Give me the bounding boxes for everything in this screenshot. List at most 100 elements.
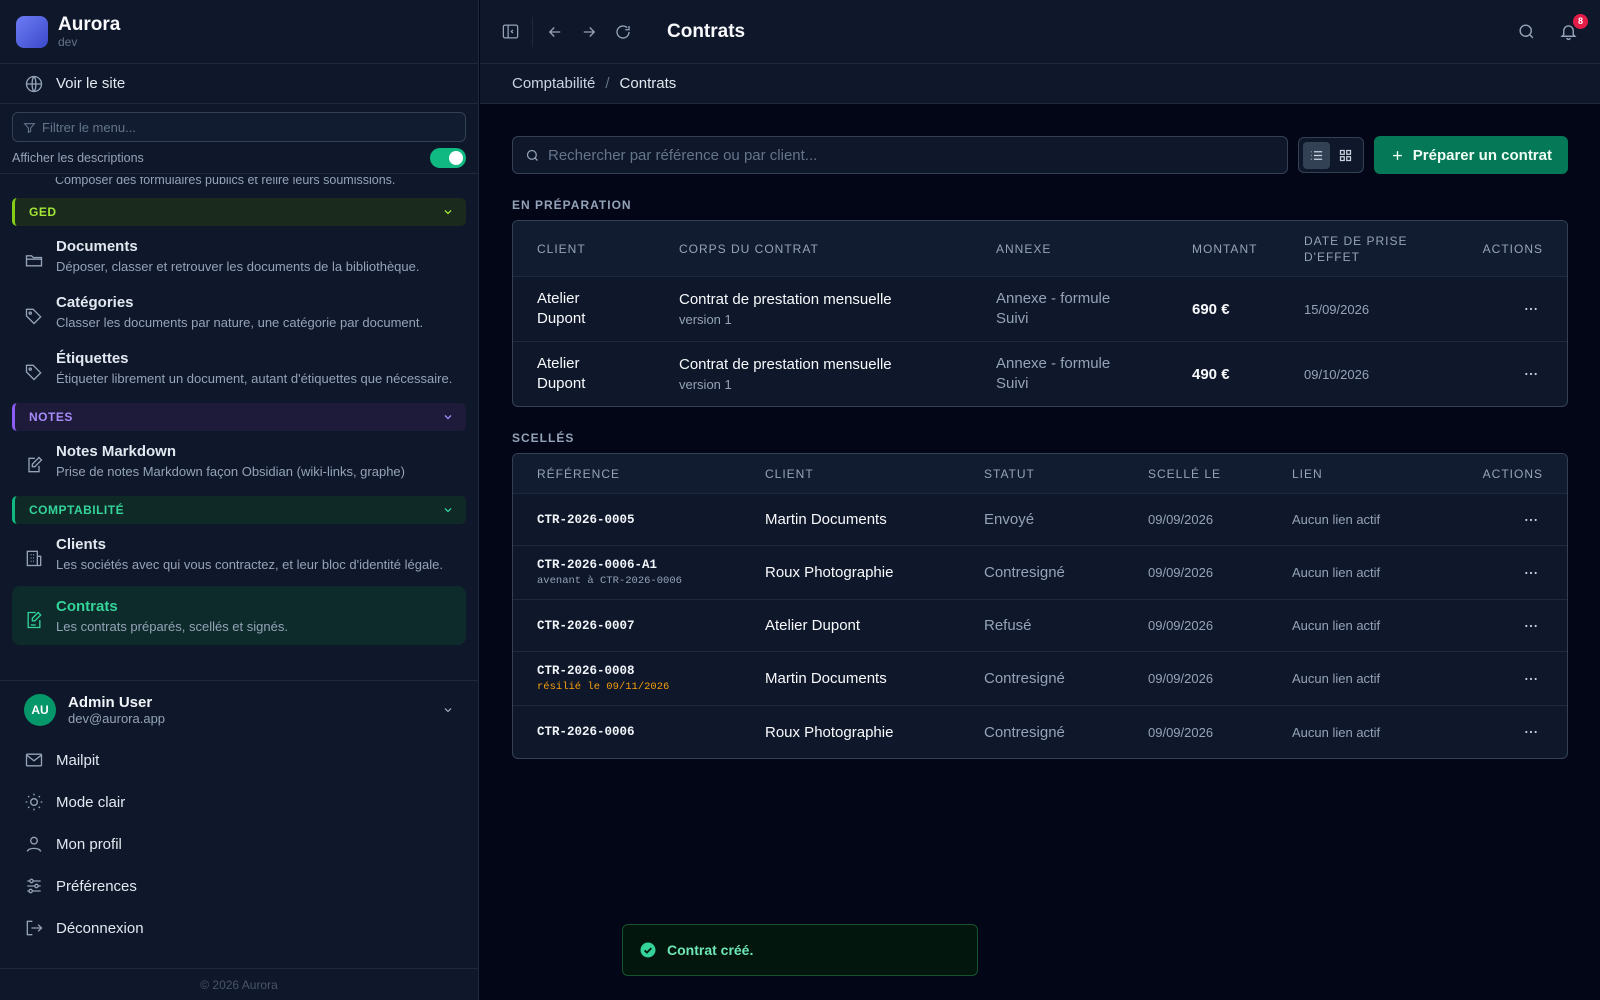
row-actions-button[interactable]: [1523, 565, 1543, 581]
row-actions-button[interactable]: [1523, 512, 1543, 528]
table-row[interactable]: CTR-2026-0007 Atelier Dupont Refusé 09/09/2…: [513, 600, 1567, 652]
cell-client: Atelier Dupont: [537, 355, 586, 392]
refresh-icon: [616, 24, 630, 39]
contract-body: Contrat de prestation mensuelle: [679, 356, 892, 373]
user-menu[interactable]: AU Admin User dev@aurora.app: [0, 681, 478, 739]
back-button[interactable]: [543, 20, 567, 44]
chevron-down-icon: [444, 708, 452, 713]
breadcrumb: Comptabilité / Contrats: [480, 64, 1600, 104]
plus-icon: [1392, 150, 1402, 160]
header-cell: LIEN: [1292, 466, 1323, 481]
folder-icon: [25, 255, 43, 267]
avatar: AU: [24, 694, 56, 726]
cut-off-item[interactable]: Composer des formulaires publics et reli…: [0, 177, 478, 189]
list-view-button[interactable]: [1302, 141, 1330, 169]
cell-sealed-date: 09/09/2026: [1148, 671, 1214, 686]
descriptions-toggle-row: Afficher les descriptions: [0, 142, 478, 174]
sidebar-item-notes-markdown[interactable]: Notes Markdown Prise de notes Markdown fa…: [0, 431, 478, 487]
contract-note: avenant à CTR-2026-0006: [537, 575, 682, 587]
search-button[interactable]: [1514, 20, 1538, 44]
light-mode-toggle[interactable]: Mode clair: [0, 781, 478, 823]
table-row[interactable]: CTR-2026-0008 résilié le 09/11/2026 Martin…: [513, 652, 1567, 706]
cell-link: Aucun lien actif: [1292, 565, 1381, 580]
cell-status: Contresigné: [984, 564, 1065, 581]
contract-reference: CTR-2026-0008: [537, 664, 635, 678]
more-horizontal-icon: [1525, 730, 1537, 734]
sidebar-menu: Composer des formulaires publics et reli…: [0, 177, 478, 680]
sealed-table: RÉFÉRENCE CLIENT STATUT SCELLÉ LE LIEN A…: [512, 453, 1568, 759]
tag-icon: [25, 364, 42, 381]
cell-amount: 490 €: [1192, 365, 1230, 383]
cell-reference: CTR-2026-0008 résilié le 09/11/2026: [537, 664, 765, 693]
row-actions-button[interactable]: [1523, 618, 1543, 634]
cell-body: Contrat de prestation mensuelle version …: [679, 356, 996, 392]
cell-annex: Annexe - formule Suivi: [996, 290, 1111, 327]
logout-label: Déconnexion: [56, 919, 144, 937]
sealed-table-header: RÉFÉRENCE CLIENT STATUT SCELLÉ LE LIEN A…: [513, 454, 1567, 494]
toggle-sidebar-button[interactable]: [498, 20, 522, 44]
notifications-button[interactable]: 8: [1556, 13, 1588, 44]
contract-search-input[interactable]: Rechercher par référence ou par client..…: [512, 136, 1288, 174]
more-horizontal-icon: [1525, 677, 1537, 680]
reload-button[interactable]: [611, 20, 635, 44]
notebook-pen-icon: [28, 456, 43, 473]
cell-sealed-date: 09/09/2026: [1148, 565, 1214, 580]
toast-notification[interactable]: Contrat créé.: [622, 924, 978, 976]
item-title: Notes Markdown: [56, 443, 177, 460]
sealed-rows: CTR-2026-0005 Martin Documents Envoyé 09/09…: [513, 494, 1567, 758]
cell-status: Contresigné: [984, 723, 1065, 741]
item-desc: Les sociétés avec qui vous contractez, e…: [56, 557, 443, 572]
menu-filter-input[interactable]: Filtrer le menu...: [12, 112, 466, 142]
topbar-divider: [532, 16, 533, 47]
row-actions-button[interactable]: [1523, 301, 1543, 317]
brand[interactable]: Aurora dev: [0, 0, 478, 64]
menu-filter-placeholder: Filtrer le menu...: [42, 119, 136, 135]
profile-label: Mon profil: [56, 835, 122, 853]
group-comptabilite[interactable]: COMPTABILITÉ: [12, 496, 466, 524]
sidebar-item-categories[interactable]: Catégories Classer les documents par natu…: [0, 282, 478, 338]
logout-link[interactable]: Déconnexion: [0, 907, 478, 949]
cell-reference: CTR-2026-0006: [537, 725, 765, 739]
file-signature-icon: [27, 611, 42, 629]
mailpit-link[interactable]: Mailpit: [0, 739, 478, 781]
table-row[interactable]: Atelier Dupont Contrat de prestation men…: [513, 342, 1567, 406]
contract-version: version 1: [679, 312, 732, 327]
sidebar-item-documents[interactable]: Documents Déposer, classer et retrouver l…: [0, 226, 478, 282]
descriptions-toggle[interactable]: [430, 147, 466, 168]
cell-reference: CTR-2026-0007: [537, 619, 765, 633]
sliders-icon: [27, 878, 41, 894]
row-actions-button[interactable]: [1523, 366, 1543, 382]
sidebar-item-clients[interactable]: Clients Les sociétés avec qui vous contra…: [0, 524, 478, 580]
forward-button[interactable]: [577, 20, 601, 44]
grid-view-button[interactable]: [1332, 142, 1359, 169]
breadcrumb-parent[interactable]: Comptabilité: [512, 75, 595, 92]
prepare-contract-button[interactable]: Préparer un contrat: [1373, 136, 1568, 174]
app-logo: [16, 15, 48, 48]
more-horizontal-icon: [1525, 307, 1537, 311]
contract-reference: CTR-2026-0006: [537, 725, 635, 739]
table-row[interactable]: Atelier Dupont Contrat de prestation men…: [513, 277, 1567, 342]
view-site-link[interactable]: Voir le site: [0, 64, 478, 104]
table-row[interactable]: CTR-2026-0006 Roux Photographie Contresign…: [513, 706, 1567, 758]
list-icon: [1310, 150, 1322, 160]
group-ged[interactable]: GED: [12, 198, 466, 226]
globe-icon: [25, 75, 43, 92]
table-row[interactable]: CTR-2026-0006-A1 avenant à CTR-2026-0006 R…: [513, 546, 1567, 600]
cell-sealed-date: 09/09/2026: [1148, 512, 1214, 527]
preferences-link[interactable]: Préférences: [0, 865, 478, 907]
user-email: dev@aurora.app: [68, 711, 166, 726]
header-cell: CORPS DU CONTRAT: [679, 241, 819, 256]
cell-annex: Annexe - formule Suivi: [996, 355, 1111, 392]
sidebar-item-contrats[interactable]: Contrats Les contrats préparés, scellés e…: [12, 586, 466, 645]
cell-client: Atelier Dupont: [537, 290, 586, 327]
item-title: Catégories: [56, 294, 134, 311]
header-cell: ACTIONS: [1482, 241, 1543, 256]
header-cell: SCELLÉ LE: [1148, 466, 1222, 481]
contract-reference: CTR-2026-0006-A1: [537, 558, 658, 572]
row-actions-button[interactable]: [1523, 671, 1543, 687]
sidebar-item-etiquettes[interactable]: Étiquettes Étiqueter librement un documen…: [0, 338, 478, 394]
group-notes[interactable]: NOTES: [12, 403, 466, 431]
row-actions-button[interactable]: [1523, 724, 1543, 740]
profile-link[interactable]: Mon profil: [0, 823, 478, 865]
table-row[interactable]: CTR-2026-0005 Martin Documents Envoyé 09/09…: [513, 494, 1567, 546]
